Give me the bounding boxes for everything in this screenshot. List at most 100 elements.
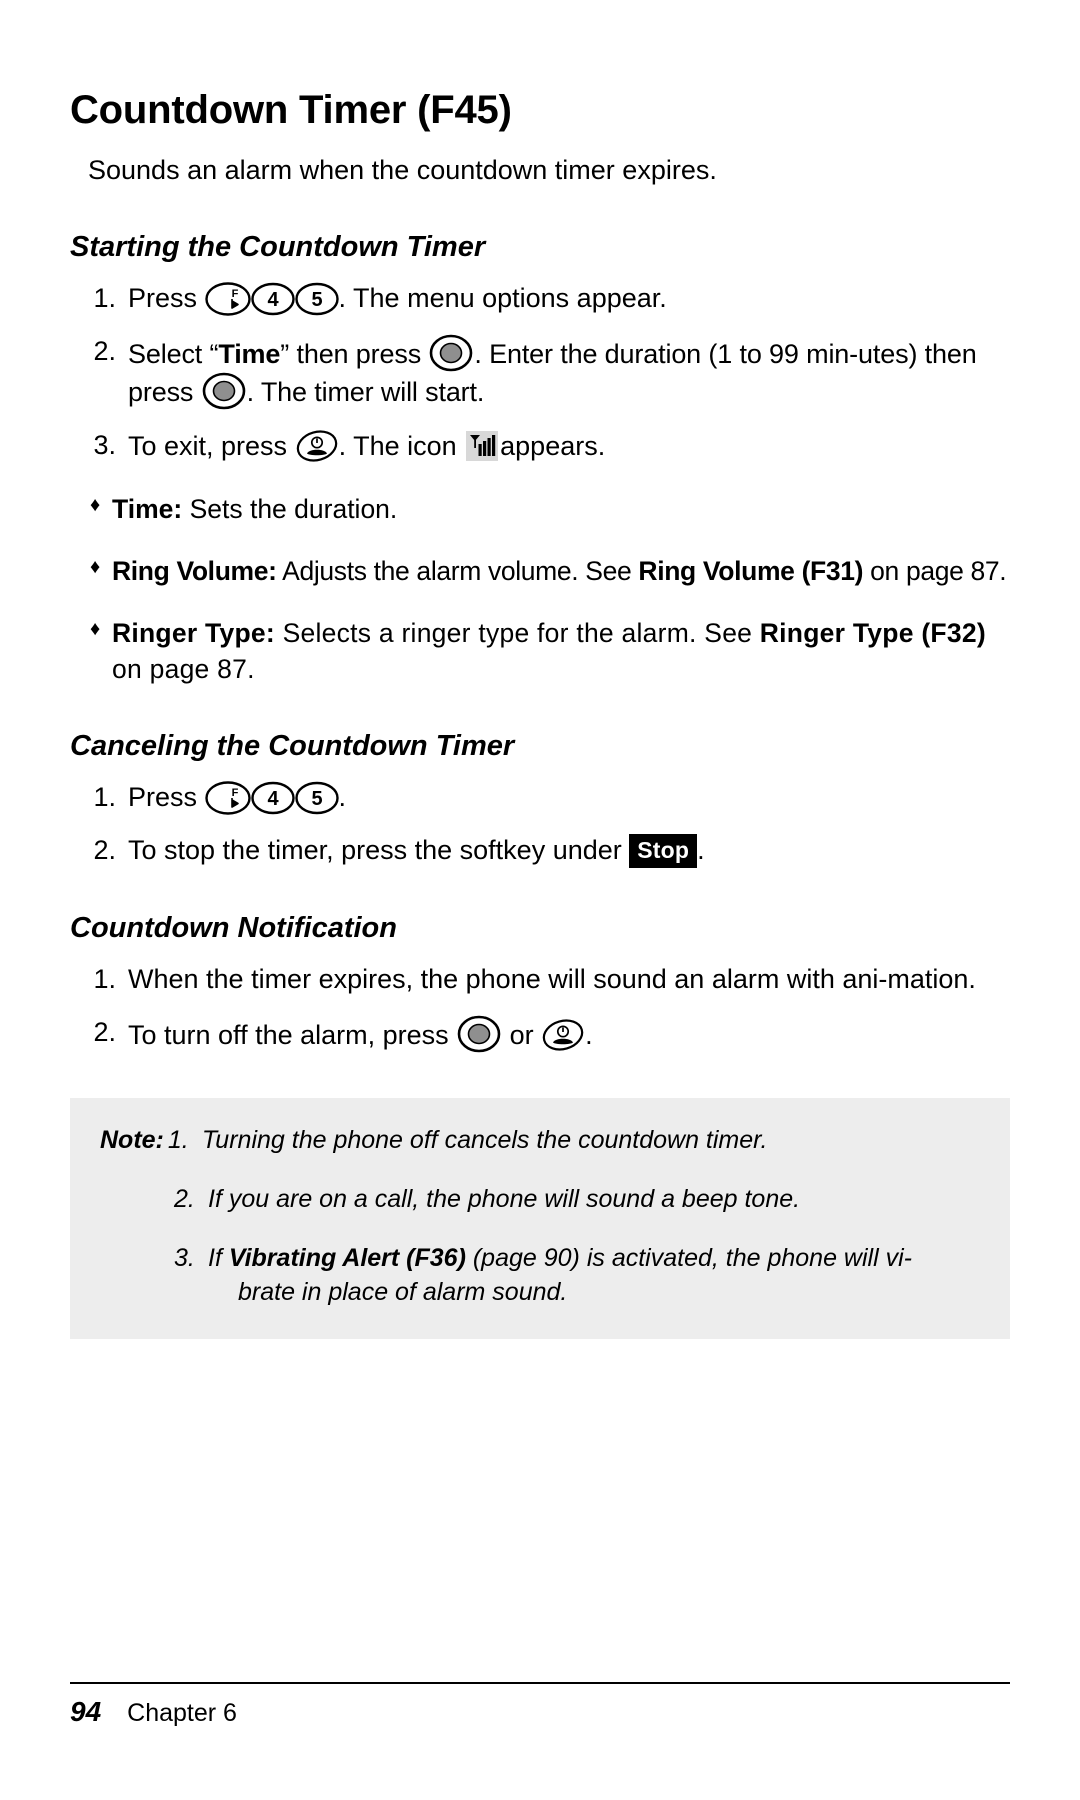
bullet-label: Ring Volume: [112, 556, 277, 587]
step-text: Press F 4 5 . The menu options appear. [128, 281, 1010, 317]
bullet-desc: Adjusts the alarm volume. See [276, 556, 639, 587]
list-item: ♦ Time: Sets the duration. [70, 491, 1010, 527]
step-text-mid: . The icon [338, 431, 465, 462]
end-call-key-icon[interactable] [541, 1017, 585, 1053]
diamond-bullet-icon: ♦ [90, 618, 101, 641]
end-call-key-icon[interactable] [295, 428, 339, 464]
step-text-post: . [697, 835, 705, 866]
step-item: 1. Press F 4 5 . The menu options appear. [70, 281, 1010, 317]
step-number: 2. [93, 1016, 116, 1047]
bullet-desc: Selects a ringer type for the alarm. See [275, 618, 760, 649]
steps-canceling: 1. Press F 4 5. 2. To stop the timer, pres… [70, 780, 1010, 869]
step-text-pre: Press [128, 282, 205, 313]
bullet-label: Ringer Type: [112, 618, 275, 649]
step-text-pre: To exit, press [128, 431, 295, 462]
step-number: 2. [93, 335, 116, 366]
step-number: 1. [93, 963, 116, 994]
note-item: 2. If you are on a call, the phone will … [100, 1183, 980, 1216]
note-text-continuation: brate in place of alarm sound. [238, 1277, 568, 1306]
note-item: Note: 1. Turning the phone off cancels t… [100, 1124, 980, 1157]
svg-text:F: F [231, 288, 238, 300]
note-label: Note: [100, 1125, 164, 1154]
function-key-icon[interactable]: F [204, 781, 251, 815]
ok-key-icon[interactable] [201, 372, 247, 410]
section-heading-canceling: Canceling the Countdown Timer [70, 730, 515, 763]
footer-line: 94 Chapter 6 [70, 1696, 1010, 1728]
step-number: 1. [93, 782, 116, 813]
note-text-post: (page 90) is activated, the phone will v… [465, 1244, 912, 1273]
page-title: Countdown Timer (F45) [70, 88, 512, 132]
step-number: 3. [93, 430, 116, 461]
key-4-icon[interactable]: 4 [250, 282, 295, 316]
step-text: When the timer expires, the phone will s… [128, 963, 976, 994]
function-key-icon[interactable]: F [204, 281, 251, 316]
step-text-bold-time: Time [218, 338, 281, 369]
diamond-bullet-icon: ♦ [90, 494, 101, 517]
step-text-pre: To stop the timer, press the softkey und… [128, 835, 630, 866]
svg-text:5: 5 [311, 788, 322, 810]
bullet-desc: Sets the duration. [182, 494, 398, 525]
svg-text:5: 5 [311, 289, 322, 311]
step-text-part1: Select “ [128, 338, 219, 369]
step-item: 2. To turn off the alarm, press or . [70, 1015, 1010, 1054]
step-text-post: . [338, 782, 347, 813]
chapter-label: Chapter 6 [127, 1699, 237, 1727]
page-number: 94 [70, 1696, 102, 1727]
bullet-desc-2: on page 87. [863, 556, 1007, 587]
note-number: 1. [167, 1125, 189, 1154]
steps-starting: 1. Press F 4 5 . The menu options appear. 2… [70, 281, 1010, 466]
step-text: Press F 4 5. [128, 780, 1010, 816]
step-item: 1. Press F 4 5. [70, 780, 1010, 816]
step-text-mid: or [502, 1019, 542, 1050]
ok-key-icon[interactable] [428, 334, 474, 372]
note-text: Turning the phone off cancels the countd… [201, 1125, 768, 1154]
step-text-pre: Press [128, 782, 205, 813]
bullet-crossref: Ringer Type (F32) [759, 618, 986, 649]
ok-key-icon[interactable] [456, 1015, 502, 1053]
step-text-post: . [585, 1019, 593, 1050]
bullet-text: Time: Sets the duration. [112, 491, 1010, 527]
note-text-pre: If [208, 1244, 229, 1273]
section-heading-notification: Countdown Notification [70, 912, 397, 945]
bullet-text: Ringer Type: Selects a ringer type for t… [112, 615, 1010, 687]
options-bullet-list: ♦ Time: Sets the duration. ♦ Ring Volume… [70, 491, 1010, 687]
diamond-bullet-icon: ♦ [90, 556, 101, 579]
footer-divider [70, 1682, 1010, 1684]
note-text: If Vibrating Alert (F36) (page 90) is ac… [208, 1242, 980, 1309]
step-text-pre: To turn off the alarm, press [128, 1019, 457, 1050]
note-text: If you are on a call, the phone will sou… [208, 1185, 801, 1214]
bullet-text: Ring Volume: Adjusts the alarm volume. S… [112, 553, 1010, 589]
step-item: 3. To exit, press . The icon appears. [70, 428, 1010, 465]
key-5-icon[interactable]: 5 [294, 282, 339, 316]
step-text: To turn off the alarm, press or . [128, 1015, 1010, 1054]
list-item: ♦ Ringer Type: Selects a ringer type for… [70, 615, 1010, 687]
page-footer: 94 Chapter 6 [70, 1682, 1010, 1728]
svg-text:4: 4 [267, 788, 279, 810]
list-item: ♦ Ring Volume: Adjusts the alarm volume.… [70, 553, 1010, 589]
document-page: Countdown Timer (F45) Sounds an alarm wh… [0, 0, 1080, 1800]
step-text-post: appears. [500, 431, 606, 462]
step-text-part4: . The timer will start. [246, 377, 485, 408]
key-4-icon[interactable]: 4 [250, 781, 295, 815]
note-number: 2. [174, 1185, 195, 1214]
bullet-desc-2: on page 87. [112, 654, 255, 685]
step-text: To exit, press . The icon appears. [128, 428, 1010, 465]
signal-strength-icon [466, 431, 499, 462]
step-text-post: . The menu options appear. [338, 282, 667, 313]
note-item: 3. If Vibrating Alert (F36) (page 90) is… [100, 1242, 980, 1309]
note-box: Note: 1. Turning the phone off cancels t… [70, 1097, 1010, 1339]
step-item: 1. When the timer expires, the phone wil… [70, 962, 1010, 998]
step-number: 2. [93, 835, 116, 866]
section-heading-starting: Starting the Countdown Timer [70, 230, 486, 263]
key-5-icon[interactable]: 5 [294, 781, 339, 815]
svg-text:F: F [231, 787, 238, 799]
note-number: 3. [174, 1244, 195, 1273]
stop-softkey-badge[interactable]: Stop [629, 834, 698, 869]
step-number: 1. [93, 282, 116, 313]
step-text-part2: ” then press [280, 338, 429, 369]
step-text: To stop the timer, press the softkey und… [128, 833, 1010, 869]
steps-notification: 1. When the timer expires, the phone wil… [70, 962, 1010, 1054]
bullet-crossref: Ring Volume (F31) [638, 556, 864, 587]
bullet-label: Time: [112, 494, 183, 525]
note-crossref: Vibrating Alert (F36) [228, 1244, 466, 1273]
